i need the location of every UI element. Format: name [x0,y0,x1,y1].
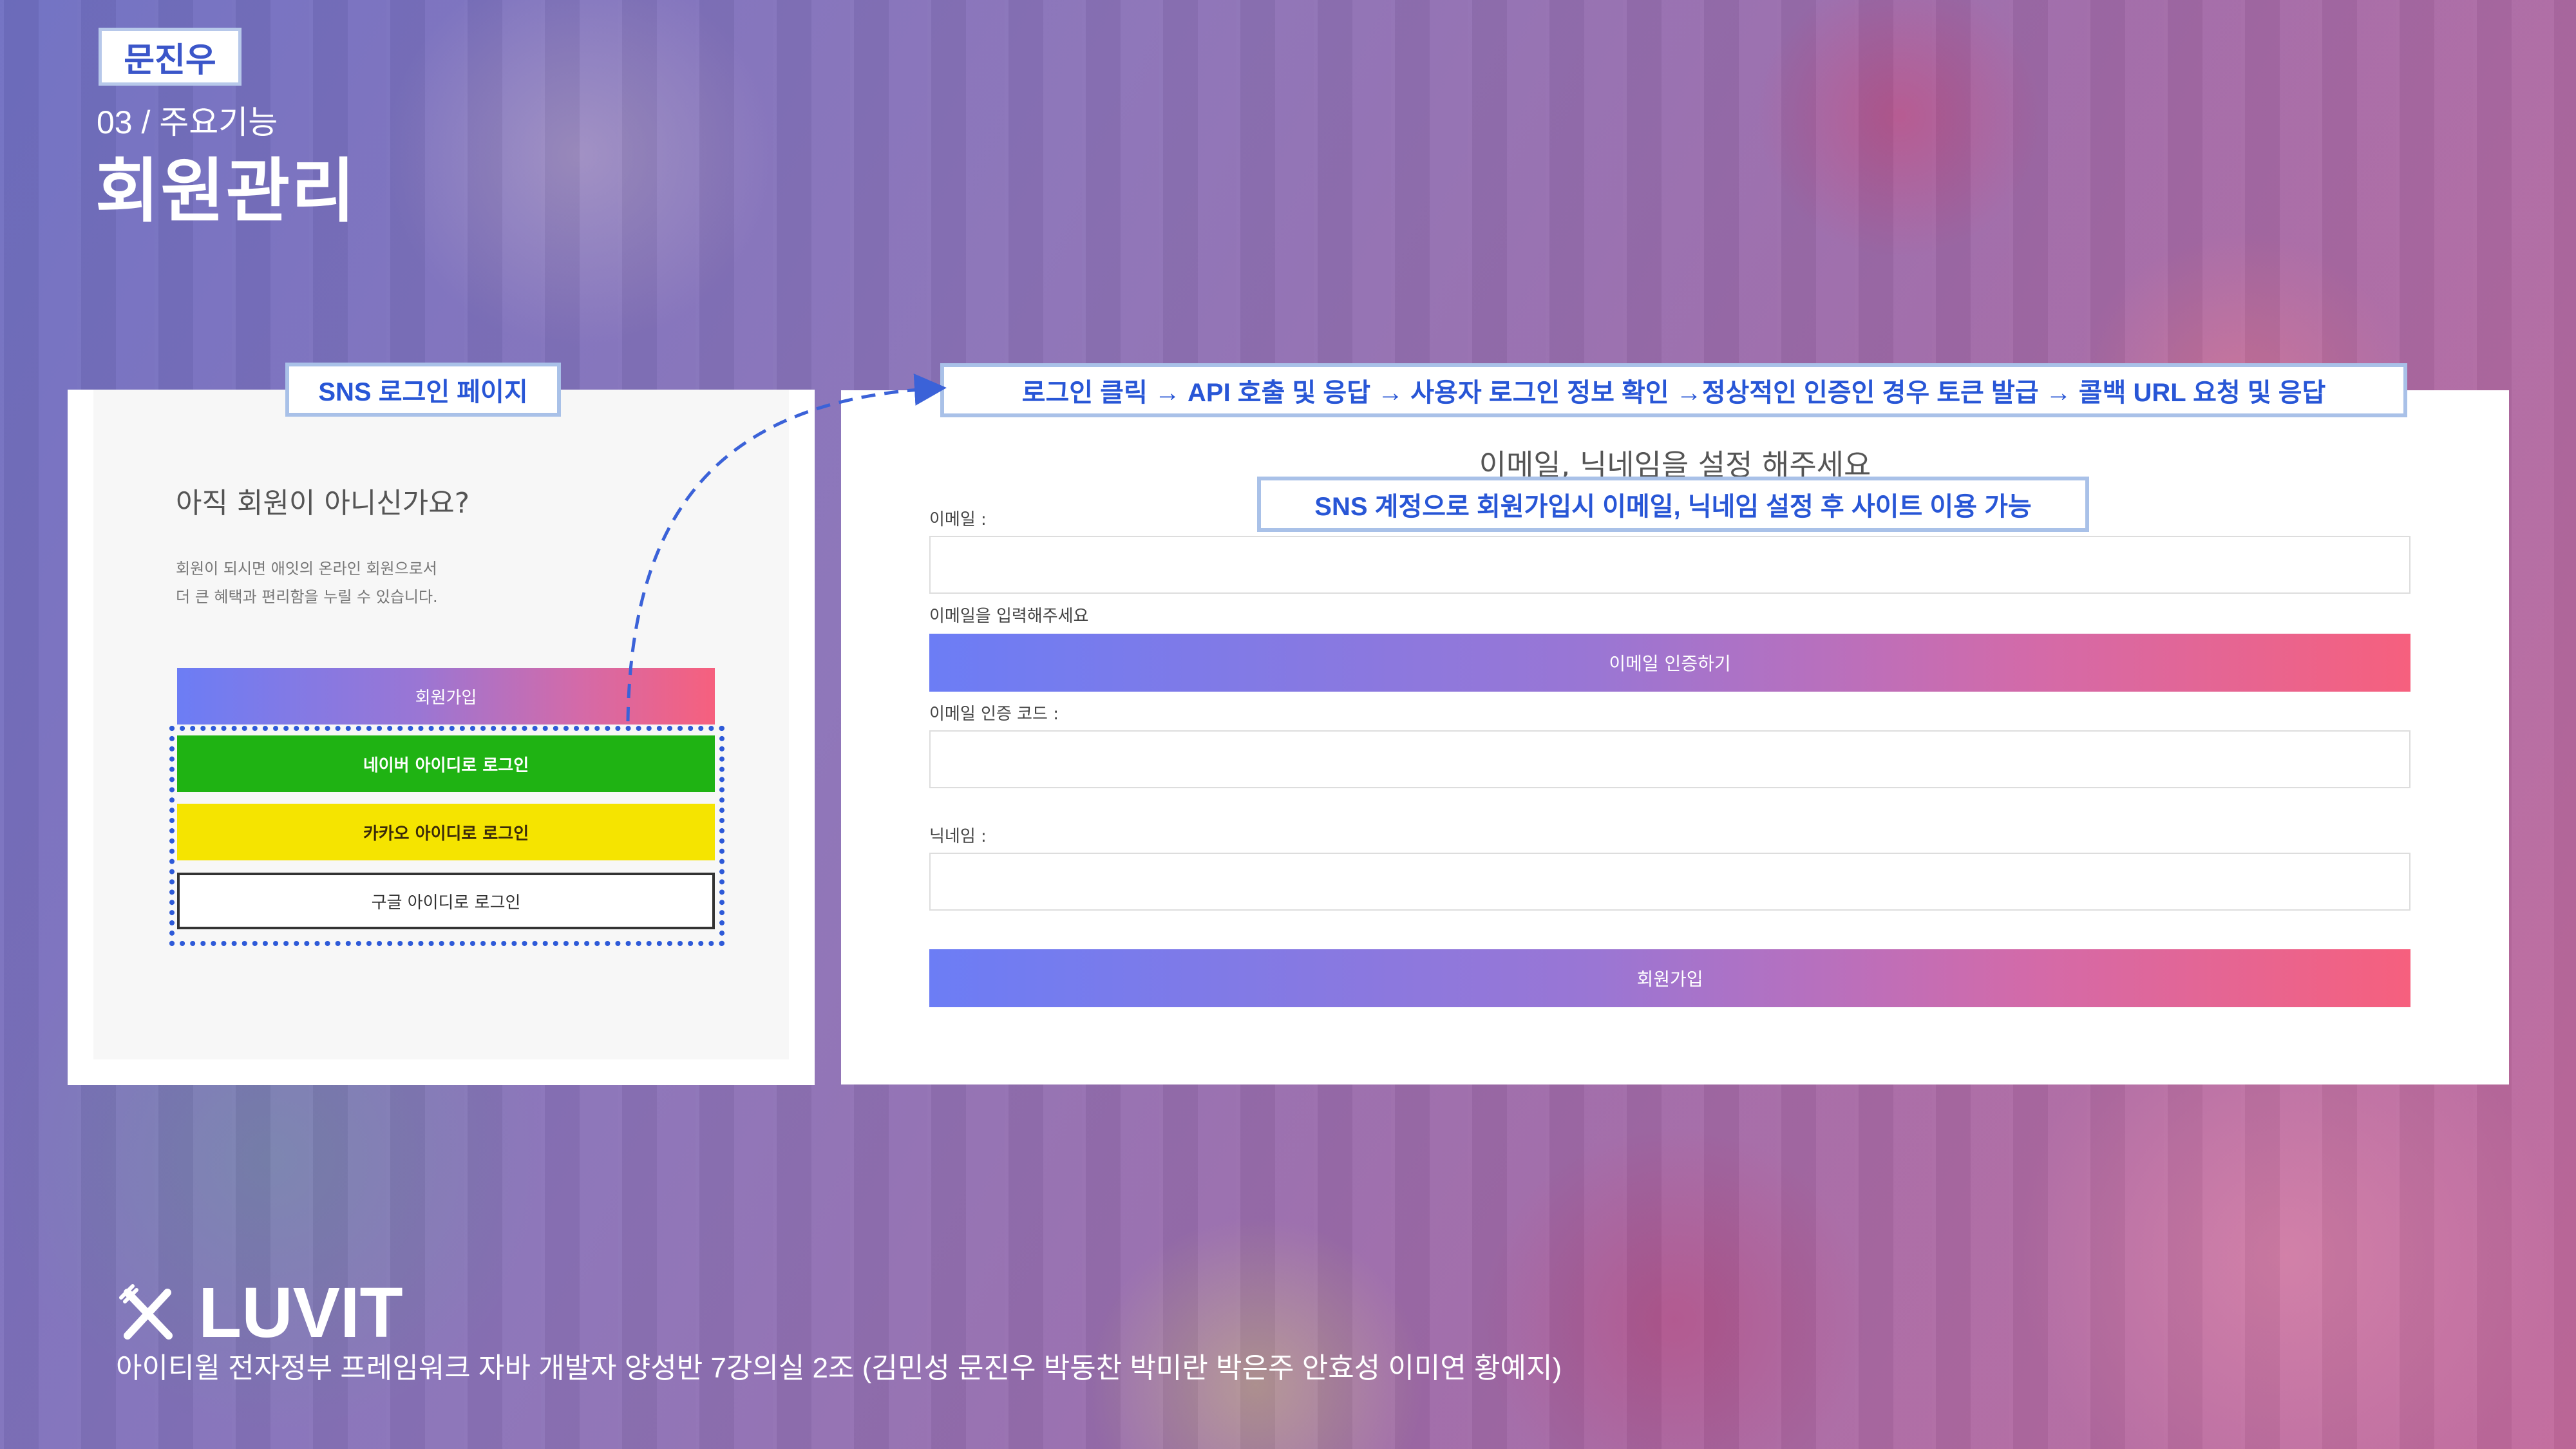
footer-caption: 아이티윌 전자정부 프레임워크 자바 개발자 양성반 7강의실 2조 (김민성 … [116,1352,1562,1384]
verification-code-field[interactable] [929,730,2410,788]
callout-sns-login-page: SNS 로그인 페이지 [285,363,561,417]
login-prompt-title: 아직 회원이 아니신가요? [176,487,470,520]
signup-submit-button[interactable]: 회원가입 [929,949,2410,1007]
page-title: 회원관리 [95,152,357,230]
login-desc-line-2: 더 큰 혜택과 편리함을 누릴 수 있습니다. [176,588,438,606]
verification-code-label: 이메일 인증 코드 : [929,705,1059,724]
brand-name: LUVIT [198,1273,403,1352]
author-badge: 문진우 [99,28,242,86]
email-field[interactable] [929,536,2410,594]
crossed-utensils-icon [119,1283,173,1340]
login-page-body: 아직 회원이 아니신가요? 회원이 되시면 애잇의 온라인 회원으로서 더 큰 … [93,390,789,1059]
login-prompt-description: 회원이 되시면 애잇의 온라인 회원으로서 더 큰 혜택과 편리함을 누릴 수 … [176,554,438,611]
sns-login-screenshot: 아직 회원이 아니신가요? 회원이 되시면 애잇의 온라인 회원으로서 더 큰 … [68,390,815,1085]
callout-login-flow: 로그인 클릭 → API 호출 및 응답 → 사용자 로그인 정보 확인 →정상… [940,363,2407,417]
callout-signup-note: SNS 계정으로 회원가입시 이메일, 닉네임 설정 후 사이트 이용 가능 [1257,477,2089,532]
sns-buttons-highlight [169,726,724,946]
nickname-field[interactable] [929,853,2410,911]
brand-logo: LUVIT [116,1272,403,1354]
email-label: 이메일 : [929,510,987,529]
email-verify-button[interactable]: 이메일 인증하기 [929,634,2410,692]
email-hint: 이메일을 입력해주세요 [929,607,1089,626]
nickname-label: 닉네임 : [929,827,987,846]
signup-button[interactable]: 회원가입 [177,668,715,724]
login-desc-line-1: 회원이 되시면 애잇의 온라인 회원으로서 [176,560,437,578]
